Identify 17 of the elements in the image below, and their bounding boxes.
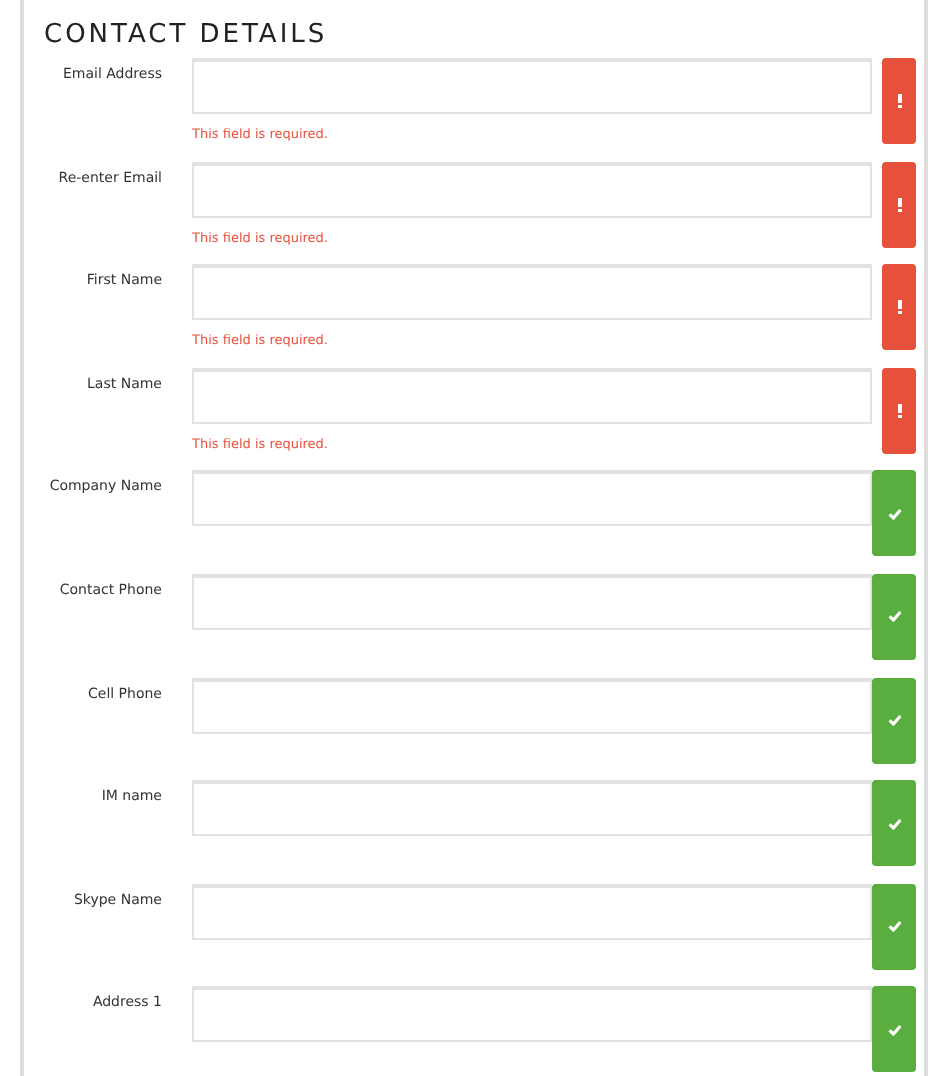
check-icon <box>887 610 901 623</box>
check-icon <box>887 507 901 520</box>
input-field[interactable] <box>192 986 872 1043</box>
check-icon <box>887 714 901 727</box>
section-title: CONTACT DETAILS <box>44 20 328 50</box>
input-field[interactable] <box>192 367 872 424</box>
check-icon <box>887 1023 901 1036</box>
input-field[interactable] <box>192 264 872 321</box>
input-field[interactable] <box>192 161 872 218</box>
check-icon <box>887 817 901 830</box>
input-field[interactable] <box>192 677 872 734</box>
input-field[interactable] <box>192 573 872 630</box>
input-field[interactable] <box>192 470 872 527</box>
input-field[interactable] <box>192 883 872 940</box>
input-field[interactable] <box>192 58 872 114</box>
input-field[interactable] <box>192 780 872 837</box>
check-icon <box>887 920 901 933</box>
